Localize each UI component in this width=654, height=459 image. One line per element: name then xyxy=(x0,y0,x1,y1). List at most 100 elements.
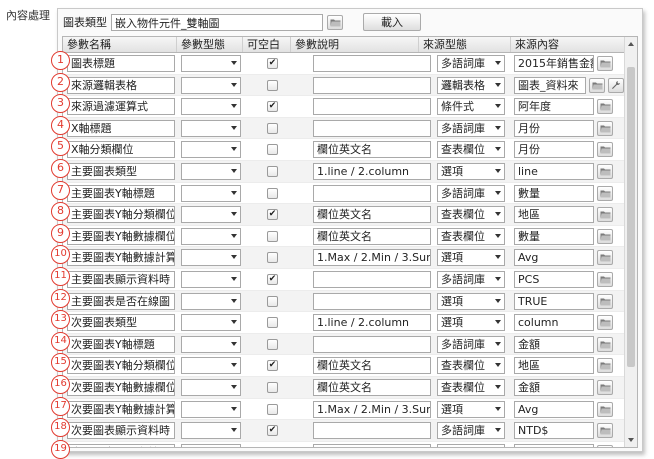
param-type-select[interactable] xyxy=(181,357,241,375)
param-name-field[interactable]: 次要圖表Y軸數據計算 xyxy=(67,400,175,418)
param-description-field[interactable]: 欄位英文名 xyxy=(313,378,431,396)
scroll-thumb[interactable] xyxy=(627,67,635,367)
source-content-field[interactable]: 圖表_資料來 xyxy=(514,76,586,94)
param-description-field[interactable] xyxy=(313,292,431,310)
param-description-field[interactable] xyxy=(313,184,431,202)
source-type-select[interactable]: 查表欄位 xyxy=(437,206,505,224)
nullable-checkbox[interactable]: ✔ xyxy=(267,209,278,221)
source-content-field[interactable]: 月份 xyxy=(514,119,594,137)
param-description-field[interactable] xyxy=(313,55,431,72)
source-content-field[interactable]: 阿年度 xyxy=(514,98,594,116)
param-description-field[interactable]: 1.Max / 2.Min / 3.Sum / xyxy=(313,400,431,418)
param-type-select[interactable] xyxy=(181,76,241,94)
source-type-select[interactable]: 查表欄位 xyxy=(437,227,505,245)
param-type-select[interactable] xyxy=(181,141,241,159)
source-content-field[interactable]: 地區 xyxy=(514,357,594,375)
source-content-field[interactable]: 金額 xyxy=(514,378,594,396)
param-description-field[interactable] xyxy=(313,335,431,353)
vertical-scrollbar[interactable] xyxy=(624,37,637,447)
nullable-checkbox[interactable]: ✔ xyxy=(267,425,278,437)
chart-type-input[interactable]: 嵌入物件元件_雙軸圖 xyxy=(111,13,323,31)
param-name-field[interactable]: X軸分類欄位 xyxy=(67,141,175,159)
param-name-field[interactable]: 次要圖表Y軸標題 xyxy=(67,335,175,353)
param-type-select[interactable] xyxy=(181,443,241,447)
nullable-checkbox[interactable] xyxy=(267,252,278,264)
nullable-checkbox[interactable]: ✔ xyxy=(267,273,278,285)
param-name-field[interactable]: 主要圖表類型 xyxy=(67,162,175,180)
param-type-select[interactable] xyxy=(181,422,241,440)
source-edit-button[interactable] xyxy=(608,77,624,93)
source-type-select[interactable]: 查表欄位 xyxy=(437,141,505,159)
param-description-field[interactable]: 1.line / 2.column xyxy=(313,314,431,332)
param-type-select[interactable] xyxy=(181,119,241,137)
source-type-select[interactable]: 條件式 xyxy=(437,98,505,116)
nullable-checkbox[interactable] xyxy=(267,230,278,242)
param-name-field[interactable]: 主要圖表是否在線圖 xyxy=(67,292,175,310)
source-browse-button[interactable] xyxy=(597,423,613,439)
source-type-select[interactable]: 多語詞庫 xyxy=(437,422,505,440)
load-button[interactable]: 載入 xyxy=(363,13,421,31)
source-browse-button[interactable] xyxy=(597,293,613,309)
source-type-select[interactable]: 選項 xyxy=(437,443,505,447)
param-name-field[interactable]: 主要圖表Y軸分類欄位 xyxy=(67,206,175,224)
source-type-select[interactable]: 選項 xyxy=(437,400,505,418)
param-description-field[interactable] xyxy=(313,98,431,116)
param-description-field[interactable]: 1.line / 2.column xyxy=(313,162,431,180)
param-type-select[interactable] xyxy=(181,227,241,245)
nullable-checkbox[interactable] xyxy=(267,446,278,447)
source-browse-button[interactable] xyxy=(597,358,613,374)
source-browse-button[interactable] xyxy=(597,228,613,244)
source-content-field[interactable]: Avg xyxy=(514,249,594,267)
nullable-checkbox[interactable]: ✔ xyxy=(267,360,278,372)
source-browse-button[interactable] xyxy=(597,444,613,447)
param-name-field[interactable]: 主要圖表Y軸標題 xyxy=(67,184,175,202)
source-content-field[interactable]: column xyxy=(514,314,594,332)
source-type-select[interactable]: 多語詞庫 xyxy=(437,270,505,288)
source-browse-button[interactable] xyxy=(597,379,613,395)
param-name-field[interactable]: 來源過濾運算式 xyxy=(67,98,175,116)
source-content-field[interactable]: 金額 xyxy=(514,335,594,353)
source-content-field[interactable]: 2015年銷售金額 xyxy=(514,55,594,72)
param-type-select[interactable] xyxy=(181,55,241,72)
source-type-select[interactable]: 邏輯表格 xyxy=(437,76,505,94)
source-content-field[interactable]: 月份 xyxy=(514,141,594,159)
param-type-select[interactable] xyxy=(181,292,241,310)
param-description-field[interactable]: 欄位英文名 xyxy=(313,141,431,159)
source-type-select[interactable]: 查表欄位 xyxy=(437,378,505,396)
param-description-field[interactable]: 欄位英文名 xyxy=(313,227,431,245)
param-type-select[interactable] xyxy=(181,162,241,180)
source-browse-button[interactable] xyxy=(589,77,605,93)
source-content-field[interactable]: TRUE xyxy=(514,292,594,310)
param-name-field[interactable]: X軸標題 xyxy=(67,119,175,137)
param-type-select[interactable] xyxy=(181,206,241,224)
param-description-field[interactable] xyxy=(313,422,431,440)
source-content-field[interactable]: PCS xyxy=(514,270,594,288)
param-type-select[interactable] xyxy=(181,400,241,418)
source-content-field[interactable]: 地區 xyxy=(514,206,594,224)
source-browse-button[interactable] xyxy=(597,56,613,71)
param-description-field[interactable] xyxy=(313,119,431,137)
source-browse-button[interactable] xyxy=(597,207,613,223)
source-content-field[interactable]: NTD$ xyxy=(514,422,594,440)
param-name-field[interactable]: 次要圖表顯示資料時 xyxy=(67,422,175,440)
nullable-checkbox[interactable] xyxy=(267,122,278,134)
param-description-field[interactable]: 欄位英文名 xyxy=(313,206,431,224)
param-type-select[interactable] xyxy=(181,98,241,116)
source-content-field[interactable]: 數量 xyxy=(514,227,594,245)
source-browse-button[interactable] xyxy=(597,271,613,287)
param-name-field[interactable]: 圖表標題 xyxy=(67,55,175,72)
source-type-select[interactable]: 多語詞庫 xyxy=(437,55,505,72)
param-name-field[interactable]: 次要圖表是否在線圖 xyxy=(67,443,175,447)
nullable-checkbox[interactable] xyxy=(267,79,278,91)
nullable-checkbox[interactable] xyxy=(267,317,278,329)
param-name-field[interactable]: 次要圖表Y軸分類欄位 xyxy=(67,357,175,375)
param-name-field[interactable]: 來源邏輯表格 xyxy=(67,76,175,94)
source-content-field[interactable]: FALSE xyxy=(514,443,594,447)
param-description-field[interactable]: 欄位英文名 xyxy=(313,357,431,375)
source-browse-button[interactable] xyxy=(597,185,613,201)
param-name-field[interactable]: 主要圖表顯示資料時 xyxy=(67,270,175,288)
nullable-checkbox[interactable] xyxy=(267,187,278,199)
source-type-select[interactable]: 多語詞庫 xyxy=(437,119,505,137)
source-content-field[interactable]: 數量 xyxy=(514,184,594,202)
param-description-field[interactable] xyxy=(313,443,431,447)
